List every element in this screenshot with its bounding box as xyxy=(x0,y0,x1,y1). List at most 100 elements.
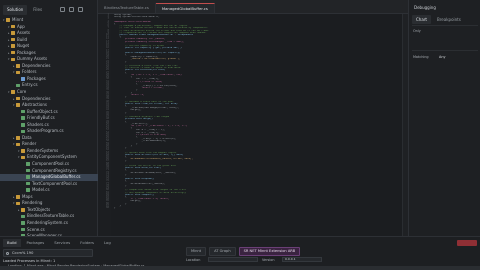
tab-files[interactable]: Files xyxy=(29,5,46,15)
tree-item-label: Nuget xyxy=(17,43,30,49)
code-line[interactable]: } xyxy=(114,207,406,209)
tree-item-label: Entry.cs xyxy=(22,82,38,88)
tree-item-label: TextComponentPool.cs xyxy=(32,180,78,186)
bottom-tabs: Build Packages Services Folders Log xyxy=(3,239,115,247)
divider xyxy=(412,50,478,51)
tree-item-label: App xyxy=(17,23,25,29)
version-field[interactable]: 0.0.0.1 xyxy=(282,257,322,262)
tab-packages[interactable]: Packages xyxy=(23,239,49,247)
tree-item-label: ManagedGlobalBuffer.cs xyxy=(32,174,81,180)
tree-item-label: FriendlyBuf.cs xyxy=(27,115,55,121)
tab-bindless-texture-table[interactable]: BindlessTextureTable.cs xyxy=(98,3,156,13)
folder-icon xyxy=(21,155,25,160)
tree-item-label: Scene.cs xyxy=(27,226,45,232)
collapse-all-icon[interactable] xyxy=(60,7,65,12)
tree-item-label: ShaderProgram.cs xyxy=(27,128,64,134)
tree-item-label: RenderSystems xyxy=(27,147,59,153)
file-tree: ▾ Minnt ▾ App ▸ Assets ▸ Build ▸ Nuget ▸ Packages ▾ D… xyxy=(0,17,98,240)
file-icon xyxy=(21,116,25,120)
tree-item-label: Build xyxy=(17,36,28,42)
tree-item-label: BufferObject.cs xyxy=(27,108,58,114)
tree-item-label: ComponentPool.cs xyxy=(32,161,70,167)
file-icon xyxy=(26,175,30,179)
tab-breakpoints[interactable]: Breakpoints xyxy=(433,15,465,24)
tree-item-label: Folders xyxy=(22,69,37,75)
code-editor[interactable]: 1 2 3 4 5 6 7 8 9 10 11 12 13 14 15 16 17 18 19 20 21 22 23 24 2… xyxy=(98,13,408,236)
explorer-toolbar xyxy=(60,7,83,12)
tab-chart[interactable]: Chart xyxy=(412,15,431,24)
refresh-icon[interactable] xyxy=(69,7,74,12)
editor-tabs: BindlessTextureTable.cs ManagedGlobalBuf… xyxy=(98,3,408,14)
folder-icon xyxy=(11,31,15,35)
line-number: 88 xyxy=(105,206,109,210)
divider xyxy=(412,25,478,26)
folder-icon xyxy=(16,142,20,147)
tree-item-label: Rendering xyxy=(22,200,43,206)
folder-icon xyxy=(11,50,15,55)
file-icon xyxy=(26,168,30,173)
search-input[interactable]: Cccm% 190 xyxy=(3,249,93,257)
tree-item-label: ComponentRegistry.cs xyxy=(32,167,77,173)
folder-icon xyxy=(21,149,25,153)
tree-item-label: Data xyxy=(22,134,32,140)
folder-icon xyxy=(16,96,20,101)
tree-item-label: Dependencies xyxy=(22,62,51,68)
debug-panel-tabs: Chart Breakpoints xyxy=(412,15,465,24)
debug-panel-title: Debugging xyxy=(414,5,436,10)
tab-services[interactable]: Services xyxy=(50,239,74,247)
folder-icon xyxy=(16,70,20,75)
location-label: Location xyxy=(186,258,201,262)
search-value: Cccm% 190 xyxy=(12,251,34,255)
tree-item-label: Shaders.cs xyxy=(27,121,49,127)
bottom-panel: Build Packages Services Folders Log Cccm… xyxy=(0,236,480,270)
target-at-graph[interactable]: AT Graph xyxy=(209,247,236,256)
matching-value[interactable]: Any xyxy=(439,55,445,59)
folder-icon xyxy=(6,18,10,22)
target-minnt[interactable]: Minnt xyxy=(186,247,207,256)
file-icon xyxy=(16,83,20,88)
tab-log[interactable]: Log xyxy=(100,239,115,247)
version-label: Version xyxy=(262,258,275,262)
debug-panel: Debugging Chart Breakpoints Only Matchin… xyxy=(408,0,480,236)
status-bar xyxy=(0,266,480,270)
tree-item-label: Dummy Assets xyxy=(17,56,48,62)
search-icon xyxy=(6,251,9,255)
tree-item-label: Abstractions xyxy=(22,102,47,108)
tree-item-label: Dependencies xyxy=(22,95,51,101)
file-icon xyxy=(26,162,30,166)
folder-icon xyxy=(11,44,15,48)
location-field[interactable] xyxy=(208,257,258,262)
tab-folders[interactable]: Folders xyxy=(76,239,98,247)
only-label: Only xyxy=(413,29,421,33)
tree-item-label: Packages xyxy=(27,75,46,81)
tab-solution[interactable]: Solution xyxy=(3,5,28,15)
tab-build[interactable]: Build xyxy=(3,239,21,247)
target-extension[interactable]: SR NET Minnt Extension ARB xyxy=(238,247,301,256)
file-icon xyxy=(26,181,30,186)
tree-item-label: Core xyxy=(17,89,27,95)
file-icon xyxy=(21,77,25,81)
stop-button[interactable] xyxy=(457,240,477,246)
tab-managed-global-buffer[interactable]: ManagedGlobalBuffer.cs xyxy=(155,3,215,13)
matching-label: Matching xyxy=(413,55,429,59)
tree-item-label: Packages xyxy=(17,49,36,55)
line-number-gutter: 1 2 3 4 5 6 7 8 9 10 11 12 13 14 15 16 17 18 19 20 21 22 23 24 2… xyxy=(98,13,111,236)
target-tabs: Minnt AT Graph SR NET Minnt Extension AR… xyxy=(186,247,301,256)
folder-icon xyxy=(16,136,20,140)
tree-item-label: BindlessTextureTable.cs xyxy=(27,213,75,219)
file-icon xyxy=(21,129,25,134)
folder-icon xyxy=(16,103,20,107)
file-icon xyxy=(21,109,25,114)
settings-icon[interactable] xyxy=(78,7,83,12)
folder-icon xyxy=(11,90,15,94)
file-icon xyxy=(21,221,25,225)
tree-item-label: Render xyxy=(22,141,37,147)
solution-explorer-tabs: Solution Files xyxy=(0,5,46,15)
solution-explorer-panel: Solution Files ▾ Minnt ▾ App ▸ Assets ▸ Build ▸ N… xyxy=(0,0,98,238)
tree-item-label: EntityComponentSystem xyxy=(27,154,77,160)
file-icon xyxy=(26,188,30,192)
ide-window: Solution Files ▾ Minnt ▾ App ▸ Assets ▸ Build ▸ N… xyxy=(0,0,480,270)
folder-icon xyxy=(21,208,25,212)
tree-item-label: Model.cs xyxy=(32,187,50,193)
code-area[interactable]: using System; using System.Collections.Ge… xyxy=(114,14,406,209)
